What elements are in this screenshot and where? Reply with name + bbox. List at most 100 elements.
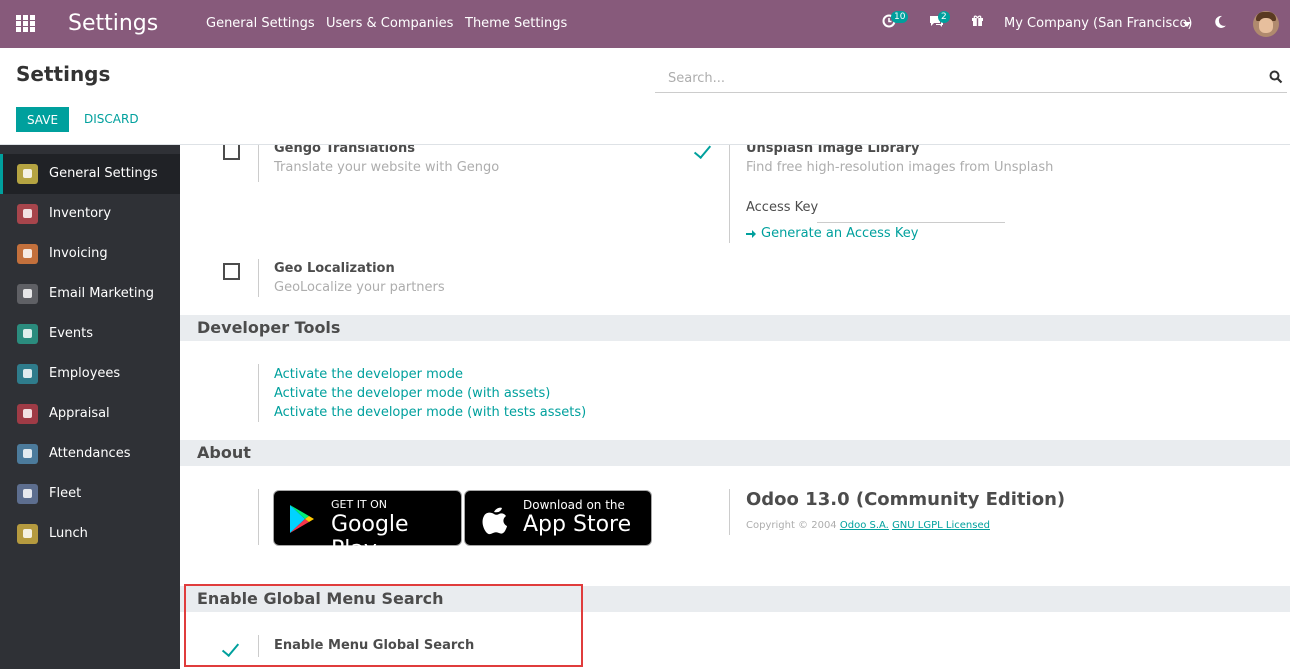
apps-grid-icon[interactable] [16,15,36,33]
sidebar-item-label: Events [49,326,94,341]
chevron-down-icon [1183,22,1191,27]
apple-icon [482,507,507,535]
option-divider [258,489,259,545]
sidebar-item-invoicing[interactable]: Invoicing [0,234,180,274]
gengo-checkbox[interactable] [223,145,240,160]
activate-developer-mode-link[interactable]: Activate the developer mode [274,367,463,382]
app-brand[interactable]: Settings [68,11,158,36]
section-title: Developer Tools [197,318,341,337]
option-divider [258,364,259,422]
sidebar-item-events[interactable]: Events [0,314,180,354]
search-bar [655,65,1287,93]
search-input[interactable] [668,67,1248,89]
sidebar-item-label: Inventory [49,206,112,221]
odoo-edition-title: Odoo 13.0 (Community Edition) [746,489,1066,510]
gear-icon [17,164,38,184]
section-title: Enable Global Menu Search [197,589,444,608]
menu-theme-settings[interactable]: Theme Settings [465,16,567,31]
box-icon [17,204,38,224]
activate-developer-mode-assets-link[interactable]: Activate the developer mode (with assets… [274,386,550,401]
developer-tools-header: Developer Tools [180,315,1290,341]
unsplash-description: Find free high-resolution images from Un… [746,160,1054,175]
google-play-big-text: Google Play [331,512,409,562]
activities-badge: 10 [891,11,909,23]
copyright-prefix: Copyright © 2004 [746,520,837,531]
settings-content: Gengo Translations Translate your websit… [180,145,1290,669]
top-navbar: Settings General Settings Users & Compan… [0,0,1290,48]
page-title: Settings [16,62,111,86]
google-play-small-text: GET IT ON [331,498,388,511]
sidebar-item-lunch[interactable]: Lunch [0,514,180,554]
messages-button[interactable]: 2 [929,11,950,32]
company-switcher[interactable]: My Company (San Francisco) [1004,16,1192,31]
geo-localization-checkbox[interactable] [223,263,240,280]
copyright-line: Copyright © 2004 Odoo S.A. GNU LGPL Lice… [746,520,990,531]
license-link[interactable]: GNU LGPL Licensed [892,520,990,531]
global-menu-search-header: Enable Global Menu Search [180,586,1290,612]
gengo-description: Translate your website with Gengo [274,160,500,175]
settings-sidebar: General Settings Inventory Invoicing Ema… [0,145,180,669]
enable-menu-global-search-title: Enable Menu Global Search [274,638,475,653]
geo-localization-description: GeoLocalize your partners [274,280,445,295]
sidebar-item-label: Attendances [49,446,131,461]
activate-developer-mode-tests-link[interactable]: Activate the developer mode (with tests … [274,405,586,420]
menu-users-companies[interactable]: Users & Companies [326,16,453,31]
car-icon [17,484,38,504]
unsplash-title: Unsplash Image Library [746,145,920,156]
google-play-badge[interactable]: GET IT ON Google Play [273,490,462,562]
ticket-icon [17,324,38,344]
odoo-sa-link[interactable]: Odoo S.A. [840,520,889,531]
generate-access-key-link[interactable]: Generate an Access Key [761,226,918,241]
sidebar-item-label: Lunch [49,526,88,541]
sidebar-item-general-settings[interactable]: General Settings [0,154,180,194]
users-icon [17,364,38,384]
sidebar-item-label: Email Marketing [49,286,154,301]
app-store-big-text: App Store [523,512,632,537]
gift-icon [972,15,983,26]
section-title: About [197,443,251,462]
avatar-face [1259,18,1273,33]
sidebar-item-employees[interactable]: Employees [0,354,180,394]
option-divider [729,489,730,535]
gengo-title: Gengo Translations [274,145,415,156]
activities-button[interactable]: 10 [882,11,909,32]
sidebar-item-email-marketing[interactable]: Email Marketing [0,274,180,314]
sidebar-item-attendances[interactable]: Attendances [0,434,180,474]
option-divider [258,145,259,182]
discard-button[interactable]: DISCARD [84,112,139,126]
sidebar-item-label: General Settings [49,166,158,181]
option-divider [258,635,259,657]
app-store-badge[interactable]: Download on the App Store [464,490,652,546]
user-avatar[interactable] [1253,11,1279,37]
sidebar-item-appraisal[interactable]: Appraisal [0,394,180,434]
dark-mode-toggle[interactable] [1212,14,1228,34]
messages-badge: 2 [938,11,950,23]
option-divider [729,145,730,243]
access-key-label: Access Key [746,200,819,215]
unsplash-checkbox-checked[interactable] [694,145,710,160]
sidebar-item-label: Invoicing [49,246,108,261]
access-key-field[interactable] [817,207,1005,223]
app-store-small-text: Download on the [523,498,625,512]
moon-icon [1215,15,1226,28]
arrow-right-icon [746,230,756,238]
geo-localization-title: Geo Localization [274,261,395,276]
gift-button[interactable] [971,14,984,31]
sidebar-item-label: Appraisal [49,406,110,421]
enable-menu-global-search-checkbox-checked[interactable] [222,642,238,658]
save-button[interactable]: SAVE [16,107,69,132]
user-clock-icon [17,444,38,464]
search-icon[interactable] [1269,70,1283,84]
menu-general-settings[interactable]: General Settings [206,16,315,31]
about-header: About [180,440,1290,466]
control-panel: Settings SAVE DISCARD [0,48,1290,145]
sidebar-item-fleet[interactable]: Fleet [0,474,180,514]
invoice-icon [17,244,38,264]
sidebar-item-label: Fleet [49,486,82,501]
option-divider [258,259,259,297]
star-icon [17,404,38,424]
google-play-icon [290,505,314,533]
sidebar-item-inventory[interactable]: Inventory [0,194,180,234]
cutlery-icon [17,524,38,544]
paper-plane-icon [17,284,38,304]
